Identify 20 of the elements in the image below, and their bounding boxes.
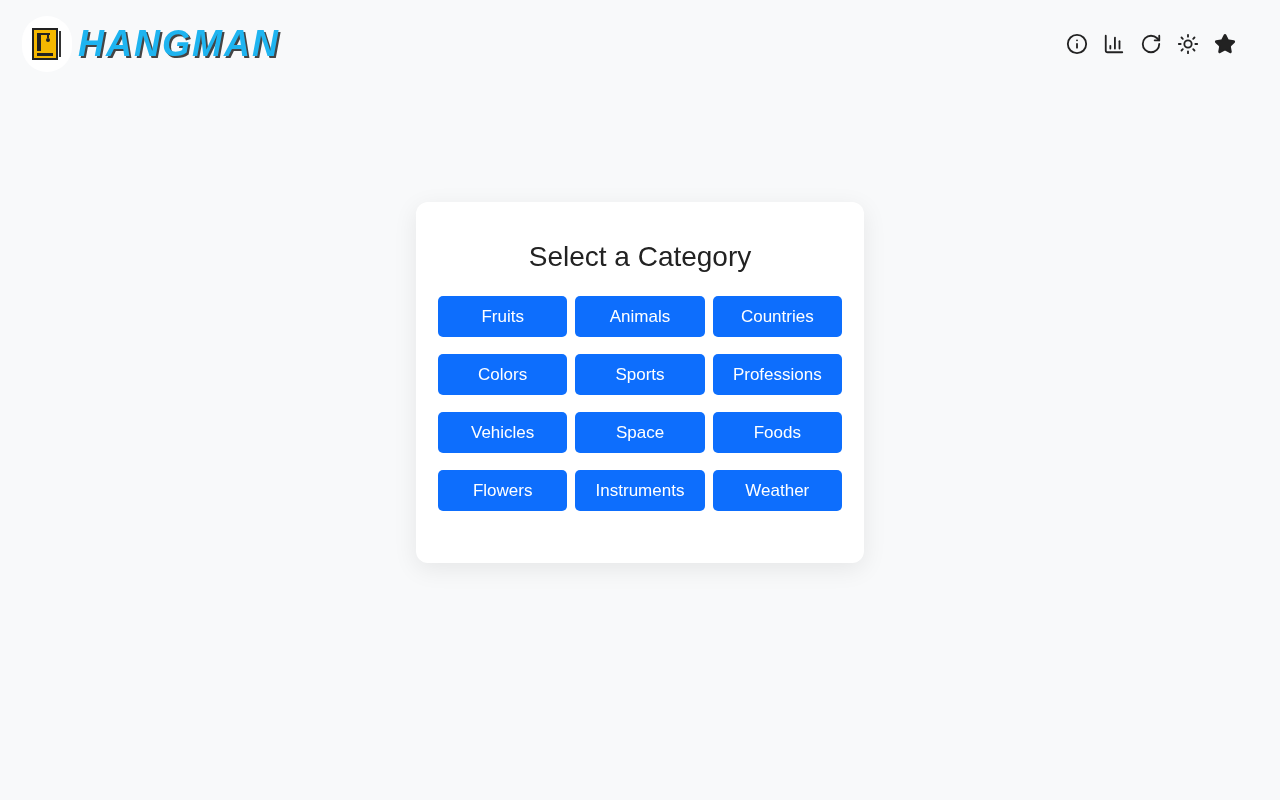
info-icon[interactable]: [1066, 33, 1088, 55]
category-button[interactable]: Fruits: [438, 296, 568, 337]
refresh-icon[interactable]: [1140, 33, 1162, 55]
logo-icon: [22, 16, 72, 72]
category-button[interactable]: Animals: [575, 296, 705, 337]
card-title: Select a Category: [528, 240, 752, 274]
app-title: HANGMAN: [78, 22, 280, 66]
category-button[interactable]: Weather: [712, 470, 842, 511]
bar-chart-icon[interactable]: [1103, 33, 1125, 55]
category-button[interactable]: Instruments: [575, 470, 705, 511]
star-icon[interactable]: [1214, 33, 1236, 55]
category-button[interactable]: Vehicles: [438, 412, 568, 453]
category-button[interactable]: Professions: [712, 354, 842, 395]
category-button[interactable]: Colors: [438, 354, 568, 395]
sun-icon[interactable]: [1177, 33, 1199, 55]
category-button[interactable]: Countries: [712, 296, 842, 337]
category-button[interactable]: Flowers: [438, 470, 568, 511]
category-button[interactable]: Space: [575, 412, 705, 453]
category-button[interactable]: Foods: [712, 412, 842, 453]
category-button[interactable]: Sports: [575, 354, 705, 395]
